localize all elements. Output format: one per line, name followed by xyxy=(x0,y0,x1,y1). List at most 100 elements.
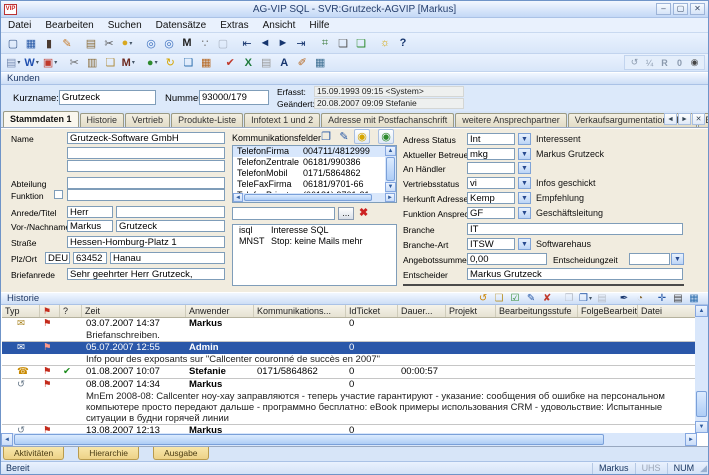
s-check-icon[interactable]: ✔ xyxy=(222,55,238,70)
dropdown-caret-icon[interactable]: ▾ xyxy=(129,40,132,47)
grid-header-row[interactable]: Typ⚑?ZeitAnwenderKommunikations...IdTick… xyxy=(2,305,696,318)
historie-grid[interactable]: Typ⚑?ZeitAnwenderKommunikations...IdTick… xyxy=(2,305,696,433)
grid-col-3[interactable]: Zeit xyxy=(82,305,186,317)
kommunikation-entry[interactable]: TelefonMobil0171/5864862 xyxy=(233,168,385,179)
h-copy-dis-icon[interactable]: ❐ xyxy=(562,293,576,305)
komm-scroll-up-icon[interactable]: ▲ xyxy=(385,146,396,156)
anrede-field[interactable]: Herr xyxy=(67,206,113,218)
h-delete-icon[interactable]: ✘ xyxy=(540,293,554,305)
s-acrobat-icon[interactable]: ▣▾ xyxy=(42,55,58,70)
bottom-tab-hierarchie[interactable]: Hierarchie xyxy=(78,447,139,460)
grid-col-10[interactable]: FolgeBearbeitu... xyxy=(578,305,638,317)
resize-grip[interactable]: ◢ xyxy=(700,463,708,474)
combo-arrow-icon-7[interactable]: ▼ xyxy=(518,238,531,250)
right-field-8[interactable]: 0,00 xyxy=(467,253,547,265)
menu-datei[interactable]: Datei xyxy=(1,20,38,31)
scroll-left-icon[interactable]: ◄ xyxy=(1,433,13,446)
selection-code-entry[interactable]: MNSTStop: keine Mails mehr xyxy=(233,236,396,247)
tab-close-icon[interactable]: ✕ xyxy=(692,113,705,125)
tab-vertrieb[interactable]: Vertrieb xyxy=(125,113,170,127)
dropdown-caret-icon[interactable]: ▾ xyxy=(17,59,20,66)
plz-field[interactable]: 63452 xyxy=(73,252,107,264)
bottom-tab-aktivitäten[interactable]: Aktivitäten xyxy=(3,447,64,460)
grid-col-1[interactable]: ⚑ xyxy=(40,305,60,317)
s-word-icon[interactable]: W▾ xyxy=(23,55,39,70)
strasse-field[interactable]: Hessen-Homburg-Platz 1 xyxy=(67,236,225,248)
funktion-field[interactable] xyxy=(67,189,225,201)
selection-code-entry[interactable]: isqlInteresse SQL xyxy=(233,225,396,236)
nav-last-icon[interactable]: ⇥ xyxy=(293,36,309,51)
save-icon[interactable]: ▦ xyxy=(23,36,39,51)
k-edit-icon[interactable]: ✎ xyxy=(336,129,352,144)
nachname-field[interactable]: Grutzeck xyxy=(116,220,225,232)
combo-arrow-icon-2[interactable]: ▼ xyxy=(518,162,531,174)
kommunikation-entry[interactable]: TelefonFirma004711/4812999 xyxy=(233,146,385,157)
s-calendar-icon[interactable]: ▦ xyxy=(198,55,214,70)
right-field-2[interactable] xyxy=(467,162,515,174)
scroll-right-icon[interactable]: ► xyxy=(685,433,697,446)
tab-produkte-liste[interactable]: Produkte-Liste xyxy=(171,113,243,127)
h-hist-icon[interactable]: ◔ xyxy=(633,293,647,305)
percent-icon[interactable]: ¼ xyxy=(643,55,656,70)
kommunikation-entry[interactable]: TeleFaxFirma06181/9701-66 xyxy=(233,179,385,190)
grid-col-8[interactable]: Projekt xyxy=(446,305,496,317)
doc-disabled-icon[interactable]: ▢ xyxy=(215,36,231,51)
h-paste-dis-icon[interactable]: ▤ xyxy=(595,293,609,305)
undo-icon[interactable]: ↺ xyxy=(628,55,641,70)
h-new-icon[interactable]: ❏ xyxy=(492,293,506,305)
right-field-9[interactable]: Markus Grutzeck xyxy=(467,268,683,280)
letter-R-icon[interactable]: R xyxy=(658,55,671,70)
funktion-checkbox[interactable] xyxy=(54,190,63,199)
komm-vscroll-thumb[interactable] xyxy=(386,157,395,181)
clipboard-icon[interactable]: ▤ xyxy=(83,36,99,51)
grid-col-11[interactable]: Datei xyxy=(638,305,696,317)
zero-icon[interactable]: 0 xyxy=(673,55,686,70)
h-pen-icon[interactable]: ✒ xyxy=(617,293,631,305)
menu-bearbeiten[interactable]: Bearbeiten xyxy=(38,20,100,31)
s-sign-icon[interactable]: ✐ xyxy=(294,55,310,70)
k-dial-g-icon[interactable]: ◉ xyxy=(378,129,394,144)
hierarchy-icon[interactable]: ⌗ xyxy=(317,36,333,51)
menu-extras[interactable]: Extras xyxy=(213,20,255,31)
right-field-4[interactable]: Kemp xyxy=(467,192,515,204)
right-field-7[interactable]: ITSW xyxy=(467,238,515,250)
history-row[interactable]: ✉⚑03.07.2007 14:37Markus0 xyxy=(2,318,696,330)
follow-steps-icon[interactable]: ∵ xyxy=(197,36,213,51)
title-bar[interactable]: VIP AG-VIP SQL - SVR:Grutzeck-AGVIP [Mar… xyxy=(1,1,708,18)
grid-col-2[interactable]: ? xyxy=(60,305,82,317)
menu-ansicht[interactable]: Ansicht xyxy=(256,20,303,31)
name-field-1[interactable]: Grutzeck-Software GmbH xyxy=(67,132,225,144)
s-mail-icon[interactable]: M▾ xyxy=(120,55,136,70)
menu-hilfe[interactable]: Hilfe xyxy=(302,20,336,31)
dropdown-caret-icon[interactable]: ▾ xyxy=(589,295,592,302)
briefanrede-field[interactable]: Sehr geehrter Herr Grutzeck, xyxy=(67,268,225,280)
tab-historie[interactable]: Historie xyxy=(80,113,125,127)
binoculars-icon[interactable]: M xyxy=(179,36,195,51)
nummer-field[interactable]: 93000/179 xyxy=(199,90,269,105)
web-globe-icon[interactable]: ●▾ xyxy=(119,36,135,51)
komm-horizontal-scrollbar[interactable]: ◄► xyxy=(233,193,396,202)
name-field-3[interactable] xyxy=(67,160,225,172)
history-row[interactable]: ☎⚑✔01.08.2007 10:07Stefanie0171/58648620… xyxy=(2,366,696,378)
help-icon[interactable]: ? xyxy=(395,36,411,51)
vertical-scroll-thumb[interactable] xyxy=(696,391,707,417)
combo-arrow-icon-5[interactable]: ▼ xyxy=(518,207,531,219)
ort-field[interactable]: Hanau xyxy=(110,252,225,264)
right-field-3[interactable]: vi xyxy=(467,177,515,189)
add-doc-icon[interactable]: ❏ xyxy=(353,36,369,51)
dropdown-caret-icon[interactable]: ▾ xyxy=(155,59,158,66)
right-field-1[interactable]: mkg xyxy=(467,148,515,160)
komm-scroll-down-icon[interactable]: ▼ xyxy=(385,182,396,192)
tab-scroll-left-icon[interactable]: ◄ xyxy=(664,113,677,125)
komm-scroll-left-icon[interactable]: ◄ xyxy=(233,193,243,202)
history-row[interactable]: ✉⚑05.07.2007 12:55Admin0 xyxy=(2,342,696,354)
tab-infotext-1-und-2[interactable]: Infotext 1 und 2 xyxy=(244,113,320,127)
right-field-5[interactable]: GF xyxy=(467,207,515,219)
s-font-icon[interactable]: A xyxy=(276,55,292,70)
grid-col-0[interactable]: Typ xyxy=(2,305,40,317)
edit-pen-icon[interactable]: ✎ xyxy=(59,36,75,51)
tab-weitere-ansprechpartner[interactable]: weitere Ansprechpartner xyxy=(455,113,567,127)
combo-arrow-icon-1[interactable]: ▼ xyxy=(518,148,531,160)
k-dial-y-icon[interactable]: ◉ xyxy=(354,129,370,144)
komm-hscroll-thumb[interactable] xyxy=(244,194,372,201)
